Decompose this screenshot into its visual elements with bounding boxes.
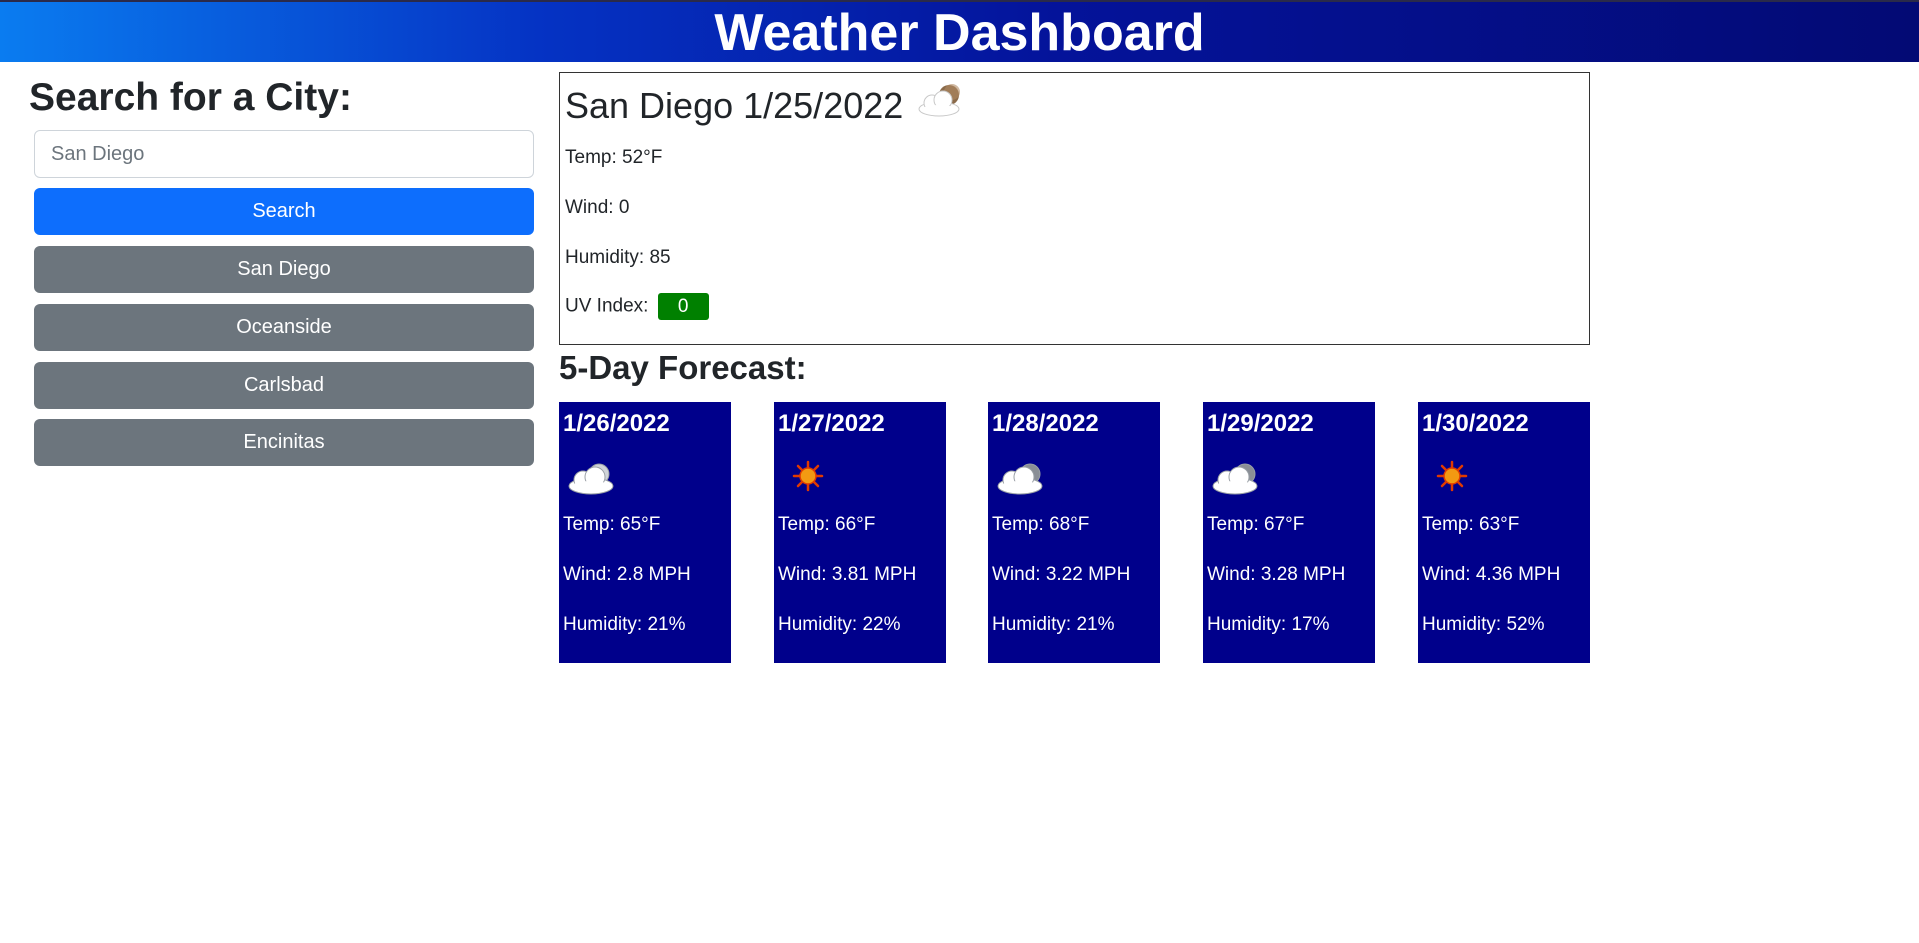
forecast-wind: Wind: 3.28 MPH (1207, 564, 1346, 585)
city-search-input[interactable] (34, 130, 534, 178)
sun-icon (780, 452, 836, 500)
history-button-carlsbad[interactable]: Carlsbad (34, 362, 534, 409)
forecast-card: 1/28/2022 Temp: 68°F Wind: 3.22 MPH Humi… (988, 402, 1160, 663)
forecast-temp: Temp: 66°F (778, 514, 876, 535)
forecast-heading: 5-Day Forecast: (559, 349, 807, 386)
forecast-card: 1/29/2022 Temp: 67°F Wind: 3.28 MPH Humi… (1203, 402, 1375, 663)
app-title: Weather Dashboard (714, 4, 1205, 62)
forecast-temp: Temp: 63°F (1422, 514, 1520, 535)
history-button-oceanside[interactable]: Oceanside (34, 304, 534, 351)
forecast-date: 1/29/2022 (1207, 410, 1314, 437)
forecast-date: 1/27/2022 (778, 410, 885, 437)
forecast-wind: Wind: 3.22 MPH (992, 564, 1131, 585)
current-weather-panel: San Diego 1/25/2022 Temp: 52°F Wind: 0 H… (559, 72, 1590, 345)
current-city-date: San Diego 1/25/2022 (565, 85, 904, 126)
current-uv-row: UV Index: 0 (565, 293, 709, 320)
history-button-san-diego[interactable]: San Diego (34, 246, 534, 293)
forecast-card: 1/27/2022 Temp: 66°F Wind: 3.81 MPH Humi… (774, 402, 946, 663)
forecast-humidity: Humidity: 52% (1422, 614, 1545, 635)
forecast-humidity: Humidity: 21% (992, 614, 1115, 635)
forecast-wind: Wind: 4.36 MPH (1422, 564, 1561, 585)
uv-label: UV Index: (565, 295, 649, 317)
forecast-card: 1/26/2022 Temp: 65°F Wind: 2.8 MPH Humid… (559, 402, 731, 663)
forecast-date: 1/26/2022 (563, 410, 670, 437)
uv-index-badge: 0 (657, 293, 709, 320)
sun-icon (1424, 452, 1480, 500)
current-humidity: Humidity: 85 (565, 247, 671, 268)
search-heading: Search for a City: (29, 76, 352, 119)
partly-cloudy-icon (565, 452, 621, 500)
forecast-humidity: Humidity: 17% (1207, 614, 1330, 635)
current-temp: Temp: 52°F (565, 147, 663, 168)
forecast-humidity: Humidity: 22% (778, 614, 901, 635)
current-wind: Wind: 0 (565, 197, 630, 218)
current-weather-title: San Diego 1/25/2022 (565, 79, 967, 133)
partly-cloudy-icon (994, 452, 1050, 500)
forecast-temp: Temp: 67°F (1207, 514, 1305, 535)
app-header: Weather Dashboard (0, 0, 1919, 62)
forecast-wind: Wind: 2.8 MPH (563, 564, 691, 585)
forecast-card: 1/30/2022 Temp: 63°F Wind: 4.36 MPH Humi… (1418, 402, 1590, 663)
forecast-date: 1/28/2022 (992, 410, 1099, 437)
partly-cloudy-night-icon (915, 79, 967, 133)
forecast-temp: Temp: 68°F (992, 514, 1090, 535)
forecast-humidity: Humidity: 21% (563, 614, 686, 635)
search-button[interactable]: Search (34, 188, 534, 235)
forecast-date: 1/30/2022 (1422, 410, 1529, 437)
forecast-temp: Temp: 65°F (563, 514, 661, 535)
partly-cloudy-icon (1209, 452, 1265, 500)
history-button-encinitas[interactable]: Encinitas (34, 419, 534, 466)
forecast-wind: Wind: 3.81 MPH (778, 564, 917, 585)
